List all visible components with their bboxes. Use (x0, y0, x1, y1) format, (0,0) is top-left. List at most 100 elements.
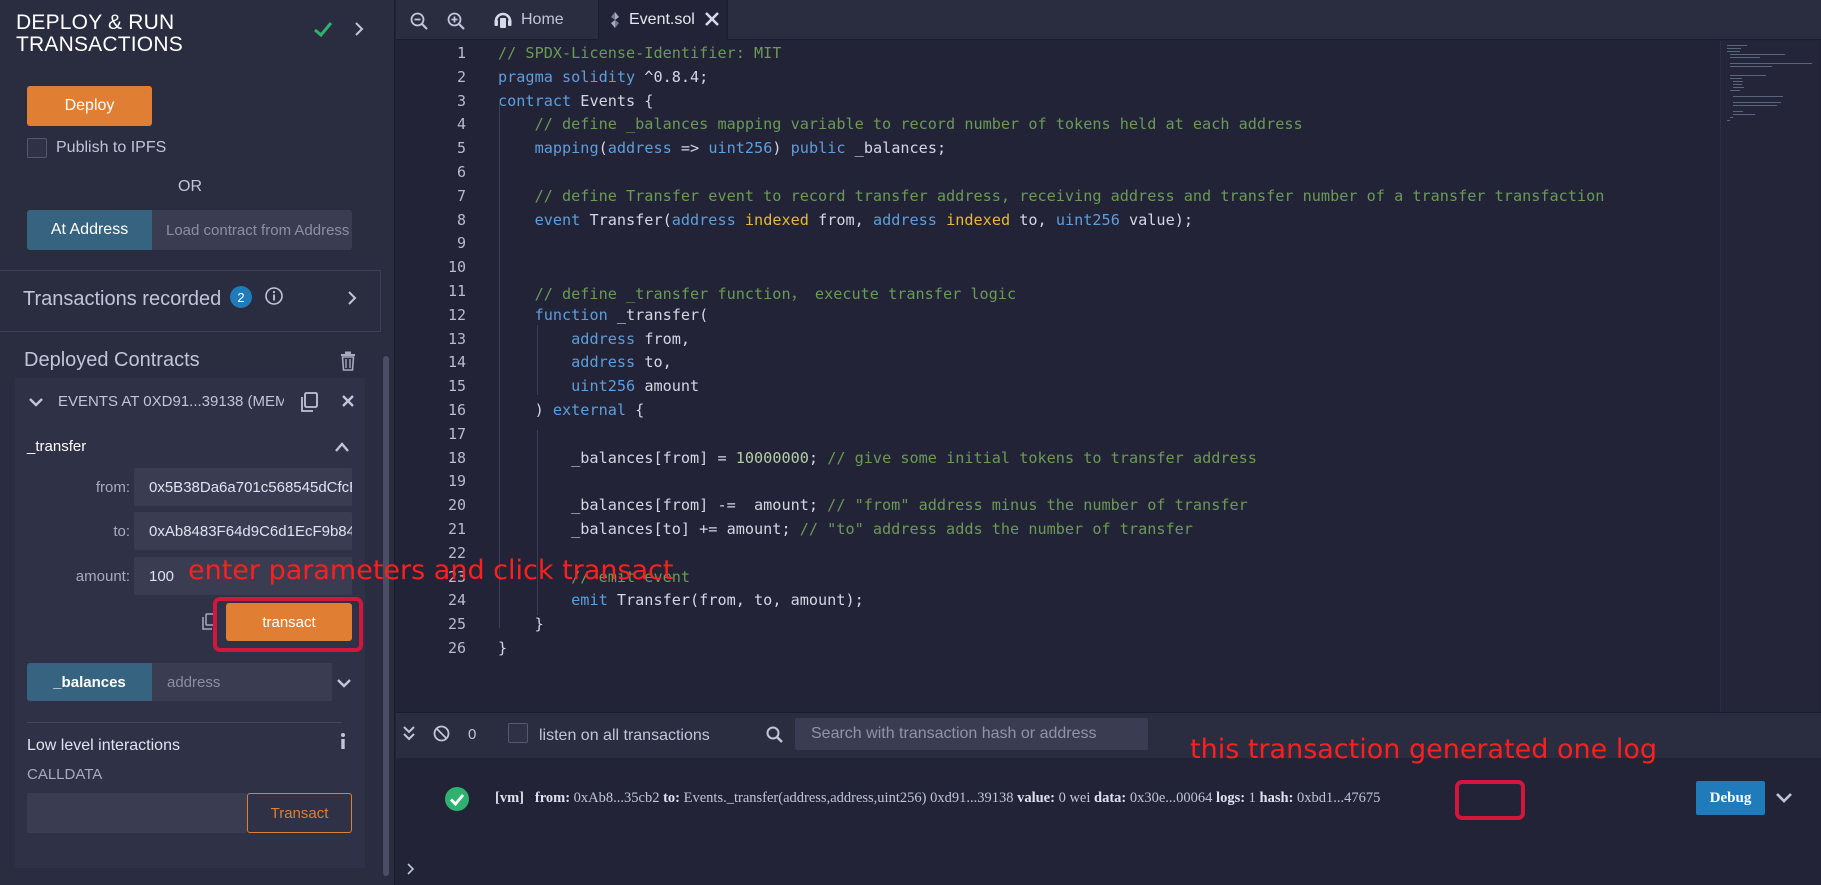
line-number: 6 (456, 163, 466, 181)
clear-console-icon[interactable] (433, 725, 450, 742)
trash-icon[interactable] (339, 351, 357, 371)
code-token: uint256 (571, 377, 636, 396)
code-token: address (571, 329, 636, 348)
code-line[interactable]: contract Events { (498, 92, 653, 110)
code-line[interactable]: // define Transfer event to record trans… (498, 187, 1605, 205)
code-token: contract (498, 91, 572, 110)
deployed-contracts-label: Deployed Contracts (24, 349, 200, 371)
line-number: 16 (447, 401, 466, 419)
remix-logo-icon (494, 12, 512, 28)
code-line[interactable]: _balances[from] -= amount; // "from" add… (498, 496, 1248, 514)
annotation-params-note: enter parameters and click transact (188, 555, 674, 586)
zoom-out-icon[interactable] (410, 12, 428, 30)
transaction-log-entry[interactable]: [vm] from: 0xAb8...35cb2 to: Events._tra… (495, 790, 1380, 807)
zoom-in-icon[interactable] (447, 12, 465, 30)
code-token: } (498, 639, 508, 657)
function-title: _transfer (27, 438, 87, 455)
transactions-count-badge: 2 (230, 286, 252, 308)
code-line[interactable]: address from, (498, 330, 690, 348)
line-number: 11 (447, 282, 466, 300)
transactions-recorded-label: Transactions recorded (23, 288, 222, 310)
close-icon[interactable] (340, 393, 356, 409)
at-address-input[interactable]: Load contract from Address (152, 210, 352, 250)
code-line[interactable]: // define _transfer function， execute tr… (498, 282, 1017, 304)
code-token: // give some initial tokens to transfer … (827, 448, 1257, 467)
balances-button[interactable]: _balances (27, 663, 152, 701)
code-token: indexed (744, 210, 809, 229)
line-number: 4 (456, 115, 466, 134)
listen-all-checkbox[interactable] (508, 723, 528, 743)
line-number: 19 (447, 472, 466, 491)
code-token: _balances[from] -= amount; (498, 496, 828, 515)
chevron-down-icon[interactable] (28, 396, 44, 408)
param-input-from[interactable]: 0x5B38Da6a701c568545dCfcB03FcB875f56bedd… (134, 468, 352, 506)
code-line[interactable]: _balances[from] = 10000000; // give some… (498, 449, 1257, 467)
line-number: 15 (447, 377, 466, 396)
close-icon[interactable] (703, 10, 721, 28)
param-label-to: to: (113, 523, 130, 540)
code-token: from, (635, 329, 691, 348)
line-number: 2 (456, 67, 466, 86)
code-token: ^0.8.4; (635, 67, 709, 86)
chevron-down-icon[interactable] (1775, 791, 1793, 804)
code-token: _transfer( (607, 305, 709, 324)
debug-button[interactable]: Debug (1696, 781, 1765, 815)
code-token: amount (635, 377, 700, 396)
code-minimap[interactable] (1720, 41, 1818, 712)
code-token: value); (1119, 210, 1194, 229)
divider (27, 722, 342, 723)
code-line[interactable]: // define _balances mapping variable to … (498, 115, 1303, 133)
code-line[interactable]: } (498, 615, 544, 633)
chevron-right-icon[interactable] (352, 18, 366, 40)
code-line[interactable]: _balances[to] += amount; // "to" address… (498, 520, 1193, 538)
line-number: 1 (456, 44, 466, 62)
annotation-transact-highlight (213, 597, 363, 652)
code-line[interactable]: function _transfer( (498, 305, 709, 324)
code-token: from, (808, 210, 873, 229)
info-icon[interactable] (337, 731, 349, 751)
code-token: address (607, 139, 672, 158)
publish-ipfs-checkbox[interactable] (27, 138, 47, 158)
deploy-button[interactable]: Deploy (27, 86, 152, 126)
line-number: 26 (447, 639, 466, 657)
chevron-right-icon[interactable] (345, 289, 359, 307)
tab-event-sol[interactable]: Event.sol (598, 0, 728, 40)
code-line[interactable]: event Transfer(address indexed from, add… (498, 211, 1193, 229)
code-line[interactable]: // SPDX-License-Identifier: MIT (498, 44, 781, 62)
solidity-icon (611, 12, 619, 28)
tab-home-label: Home (521, 11, 564, 28)
code-token: uint256 (708, 139, 773, 158)
code-line[interactable]: ) external { (498, 401, 645, 419)
info-icon[interactable] (264, 286, 284, 306)
at-address-button[interactable]: At Address (27, 210, 152, 250)
tab-home[interactable]: Home (489, 0, 597, 40)
chevron-up-icon[interactable] (334, 441, 350, 453)
copy-icon[interactable] (298, 391, 320, 413)
low-level-transact-button[interactable]: Transact (247, 793, 352, 833)
param-input-to[interactable]: 0xAb8483F64d9C6d1EcF9b849Ae677dD3315835c… (134, 512, 352, 550)
deploy-run-panel: DEPLOY & RUN TRANSACTIONS Deploy Publish… (0, 0, 395, 885)
code-token: Transfer(from, to, amount); (607, 591, 864, 610)
code-token: to, (1010, 210, 1056, 229)
calldata-input[interactable] (27, 793, 247, 833)
chevron-down-icon[interactable] (336, 677, 352, 689)
search-icon (766, 726, 783, 743)
collapse-terminal-icon[interactable] (402, 725, 416, 741)
code-token: Events { (571, 91, 654, 110)
terminal-search-input[interactable]: Search with transaction hash or address (795, 718, 1148, 750)
code-token: emit (571, 591, 608, 610)
code-line[interactable]: } (498, 639, 507, 657)
code-line[interactable]: uint256 amount (498, 377, 699, 395)
indent-guide (537, 325, 538, 395)
code-line[interactable]: emit Transfer(from, to, amount); (498, 591, 864, 609)
code-line[interactable]: mapping(address => uint256) public _bala… (498, 139, 947, 158)
code-line[interactable]: address to, (498, 353, 672, 371)
line-number: 24 (447, 591, 466, 610)
panel-scrollbar[interactable] (383, 356, 389, 876)
line-number: 10 (447, 258, 466, 277)
code-line[interactable]: pragma solidity ^0.8.4; (498, 68, 708, 86)
balances-address-input[interactable]: address (152, 663, 332, 701)
